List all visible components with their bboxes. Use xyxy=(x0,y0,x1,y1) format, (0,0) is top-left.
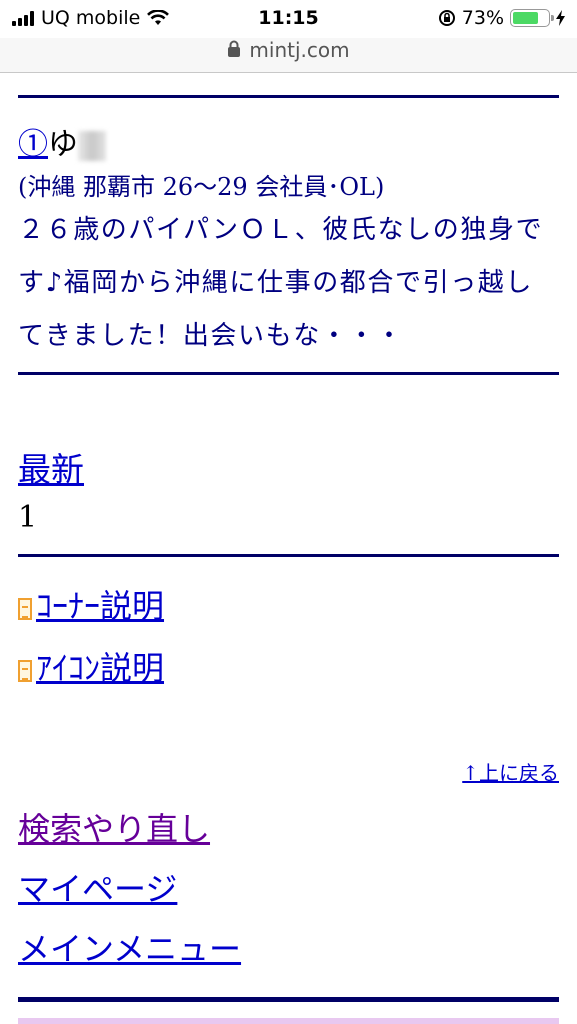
divider xyxy=(18,554,559,557)
page-number: 1 xyxy=(18,500,38,535)
corner-help-item[interactable]: ｺｰﾅｰ説明 xyxy=(18,587,559,649)
profile-name: ゆ xyxy=(48,127,78,162)
profile-number-link[interactable]: ① xyxy=(18,127,48,162)
document-icon xyxy=(18,598,32,620)
url-bar[interactable]: mintj.com xyxy=(0,38,577,73)
divider xyxy=(18,997,559,1002)
orientation-lock-icon xyxy=(438,10,455,26)
document-icon xyxy=(18,660,32,682)
blurred-name xyxy=(78,131,106,161)
profile-entry: ①ゆ (沖縄 那覇市 26〜29 会社員･OL) ２６歳のパイパンＯＬ、彼氏なし… xyxy=(18,128,559,363)
corner-help-link[interactable]: ｺｰﾅｰ説明 xyxy=(36,587,164,625)
status-bar: UQ mobile 11:15 73% xyxy=(0,0,577,38)
battery-fill xyxy=(513,12,538,24)
help-links: ｺｰﾅｰ説明 ｱｲｺﾝ説明 xyxy=(18,587,559,711)
bottom-nav: 検索やり直し マイページ メインメニュー xyxy=(18,799,559,979)
lock-icon xyxy=(228,40,241,57)
bottom-banner-strip xyxy=(18,1018,559,1024)
my-page-link[interactable]: マイページ xyxy=(18,870,177,908)
main-menu-link[interactable]: メインメニュー xyxy=(18,930,241,968)
divider xyxy=(18,95,559,98)
search-again-link[interactable]: 検索やり直し xyxy=(18,810,210,848)
pagination: 最新 1 xyxy=(18,450,559,538)
back-to-top-row: ↑上に戻る xyxy=(18,761,559,785)
status-right: 73% xyxy=(438,7,565,29)
page-content: ①ゆ (沖縄 那覇市 26〜29 会社員･OL) ２６歳のパイパンＯＬ、彼氏なし… xyxy=(0,95,577,1002)
back-to-top-link[interactable]: ↑上に戻る xyxy=(462,761,559,785)
url-text: mintj.com xyxy=(249,38,350,62)
latest-link[interactable]: 最新 xyxy=(18,450,84,489)
profile-meta: (沖縄 那覇市 26〜29 会社員･OL) xyxy=(18,173,385,201)
icon-help-link[interactable]: ｱｲｺﾝ説明 xyxy=(36,649,164,687)
icon-help-item[interactable]: ｱｲｺﾝ説明 xyxy=(18,649,559,711)
profile-title: ①ゆ xyxy=(18,128,559,162)
divider xyxy=(18,372,559,375)
charging-bolt-icon xyxy=(556,10,565,26)
battery-icon xyxy=(510,9,554,27)
battery-percent: 73% xyxy=(461,7,504,29)
profile-message: ２６歳のパイパンＯＬ、彼氏なしの独身です♪福岡から沖縄に仕事の都合で引っ越してき… xyxy=(18,215,544,351)
